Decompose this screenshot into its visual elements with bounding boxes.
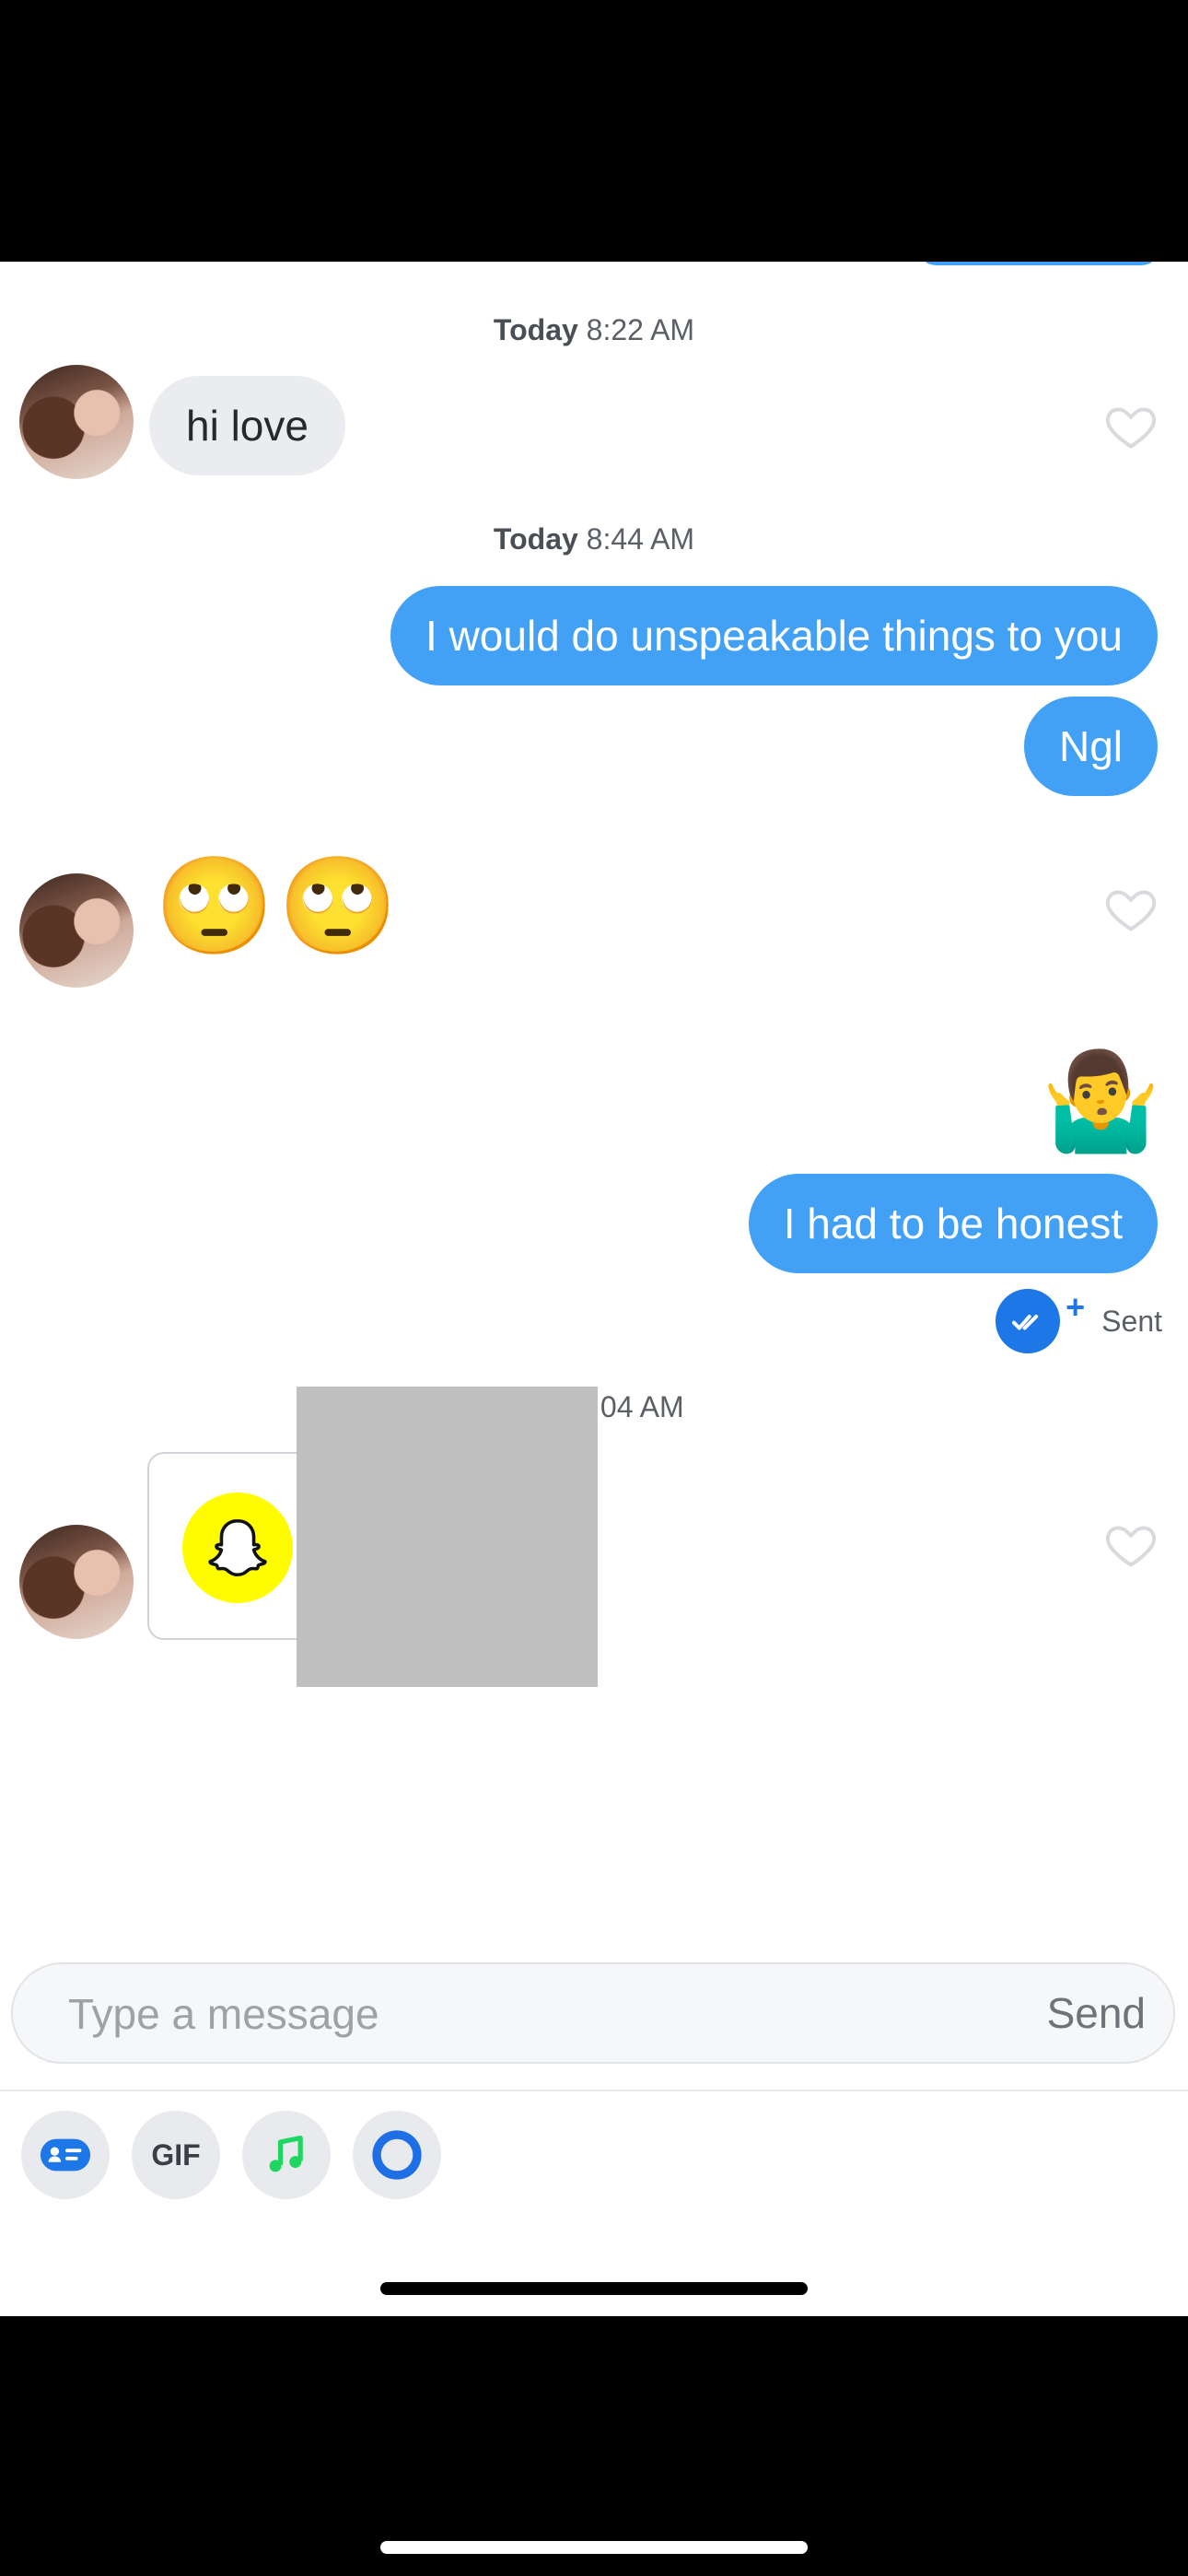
message-input[interactable] [66, 1964, 899, 2064]
read-receipt[interactable]: + Sent [996, 1288, 1162, 1353]
heart-icon[interactable] [1103, 1516, 1159, 1572]
eye-roll-emoji[interactable]: 🙄 [278, 859, 398, 954]
avatar[interactable] [19, 873, 134, 988]
message-composer: Send [11, 1962, 1175, 2064]
outgoing-message-bubble[interactable]: Ngl [1023, 697, 1158, 796]
snapchat-ghost-icon [182, 1493, 293, 1603]
send-button[interactable]: Send [1047, 1964, 1146, 2062]
avatar[interactable] [19, 365, 134, 479]
ring-icon [372, 2130, 422, 2180]
sent-status: Sent [1101, 1304, 1162, 1338]
home-indicator[interactable] [380, 2282, 808, 2295]
heart-icon[interactable] [1103, 881, 1159, 936]
chat-screen: Today 8:22 AM hi love Today 8:44 AM I wo… [0, 262, 1188, 2316]
eye-roll-emoji[interactable]: 🙄 [155, 859, 274, 954]
divider [0, 2090, 1188, 2091]
double-check-icon [996, 1289, 1061, 1353]
music-note-icon [269, 2135, 303, 2172]
timestamp-3-partial: :04 AM [592, 1390, 684, 1423]
contact-card-button[interactable] [21, 2111, 110, 2199]
loop-button[interactable] [353, 2111, 441, 2199]
shrug-emoji[interactable]: 🤷‍♂️ [1042, 1054, 1161, 1150]
gif-button[interactable]: GIF [132, 2111, 220, 2199]
home-indicator-outer[interactable] [380, 2541, 808, 2554]
gif-label: GIF [151, 2137, 201, 2172]
timestamp-2: Today 8:44 AM [493, 522, 695, 556]
redaction-box [297, 1387, 598, 1687]
timestamp-1: Today 8:22 AM [493, 313, 695, 346]
avatar[interactable] [19, 1525, 134, 1639]
contact-card-icon [40, 2138, 91, 2172]
outgoing-message-bubble[interactable]: I would do unspeakable things to you [390, 586, 1158, 685]
music-button[interactable] [242, 2111, 331, 2199]
heart-icon[interactable] [1103, 398, 1159, 453]
plus-icon[interactable]: + [1066, 1288, 1085, 1327]
previous-message-bubble-edge [916, 262, 1161, 265]
outgoing-message-bubble[interactable]: I had to be honest [748, 1174, 1158, 1273]
incoming-message-bubble[interactable]: hi love [149, 376, 345, 475]
